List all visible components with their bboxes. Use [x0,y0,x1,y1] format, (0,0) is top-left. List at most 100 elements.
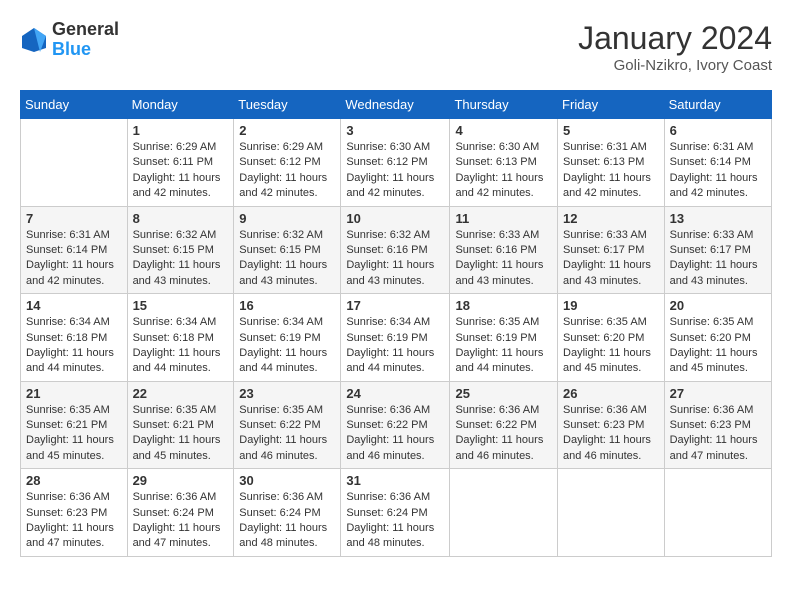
day-number: 11 [455,211,552,226]
day-number: 3 [346,123,444,138]
day-info: Sunrise: 6:30 AM Sunset: 6:12 PM Dayligh… [346,140,444,202]
calendar-cell: 9 Sunrise: 6:32 AM Sunset: 6:15 PM Daylig… [234,206,341,294]
calendar-cell: 27Sunrise: 6:36 AM Sunset: 6:23 PM Dayli… [664,381,771,469]
calendar-week-row: 7 Sunrise: 6:31 AM Sunset: 6:14 PM Daylig… [21,206,772,294]
calendar-cell: 13Sunrise: 6:33 AM Sunset: 6:17 PM Dayli… [664,206,771,294]
day-info: Sunrise: 6:34 AM Sunset: 6:18 PM Dayligh… [133,315,229,377]
day-number: 25 [455,386,552,401]
day-info: Sunrise: 6:34 AM Sunset: 6:19 PM Dayligh… [239,315,335,377]
day-number: 31 [346,473,444,488]
day-info: Sunrise: 6:36 AM Sunset: 6:23 PM Dayligh… [670,403,766,465]
calendar-week-row: 14 Sunrise: 6:34 AM Sunset: 6:18 PM Dayli… [21,294,772,382]
day-number: 2 [239,123,335,138]
calendar-table: SundayMondayTuesdayWednesdayThursdayFrid… [20,90,772,557]
calendar-cell: 1Sunrise: 6:29 AM Sunset: 6:11 PM Daylig… [127,119,234,207]
calendar-header-sunday: Sunday [21,91,128,119]
calendar-week-row: 21Sunrise: 6:35 AM Sunset: 6:21 PM Dayli… [21,381,772,469]
day-number: 22 [133,386,229,401]
day-info: Sunrise: 6:35 AM Sunset: 6:20 PM Dayligh… [563,315,659,377]
day-info: Sunrise: 6:36 AM Sunset: 6:23 PM Dayligh… [26,490,122,552]
calendar-cell: 24Sunrise: 6:36 AM Sunset: 6:22 PM Dayli… [341,381,450,469]
day-number: 6 [670,123,766,138]
day-info: Sunrise: 6:33 AM Sunset: 6:16 PM Dayligh… [455,228,552,290]
day-number: 23 [239,386,335,401]
calendar-cell: 19 Sunrise: 6:35 AM Sunset: 6:20 PM Dayli… [558,294,665,382]
calendar-cell: 12 Sunrise: 6:33 AM Sunset: 6:17 PM Dayli… [558,206,665,294]
day-number: 10 [346,211,444,226]
calendar-cell [450,469,558,557]
day-info: Sunrise: 6:29 AM Sunset: 6:12 PM Dayligh… [239,140,335,202]
day-info: Sunrise: 6:31 AM Sunset: 6:14 PM Dayligh… [26,228,122,290]
day-number: 19 [563,298,659,313]
calendar-week-row: 1Sunrise: 6:29 AM Sunset: 6:11 PM Daylig… [21,119,772,207]
calendar-cell: 22Sunrise: 6:35 AM Sunset: 6:21 PM Dayli… [127,381,234,469]
day-number: 17 [346,298,444,313]
calendar-cell: 14Sunrise: 6:34 AM Sunset: 6:18 PM Dayli… [21,294,128,382]
calendar-cell: 21Sunrise: 6:35 AM Sunset: 6:21 PM Dayli… [21,381,128,469]
calendar-cell: 31 Sunrise: 6:36 AM Sunset: 6:24 PM Dayli… [341,469,450,557]
day-number: 12 [563,211,659,226]
day-number: 30 [239,473,335,488]
day-number: 14 [26,298,122,313]
month-year: January 2024 [578,20,772,57]
calendar-cell: 30Sunrise: 6:36 AM Sunset: 6:24 PM Dayli… [234,469,341,557]
calendar-cell: 5 Sunrise: 6:31 AM Sunset: 6:13 PM Daylig… [558,119,665,207]
day-number: 24 [346,386,444,401]
calendar-week-row: 28 Sunrise: 6:36 AM Sunset: 6:23 PM Dayli… [21,469,772,557]
calendar-cell: 7 Sunrise: 6:31 AM Sunset: 6:14 PM Daylig… [21,206,128,294]
day-info: Sunrise: 6:32 AM Sunset: 6:15 PM Dayligh… [239,228,335,290]
title-block: January 2024 Goli-Nzikro, Ivory Coast [578,20,772,74]
day-number: 18 [455,298,552,313]
day-info: Sunrise: 6:35 AM Sunset: 6:21 PM Dayligh… [26,403,122,465]
calendar-cell: 2 Sunrise: 6:29 AM Sunset: 6:12 PM Daylig… [234,119,341,207]
day-info: Sunrise: 6:35 AM Sunset: 6:19 PM Dayligh… [455,315,552,377]
day-info: Sunrise: 6:31 AM Sunset: 6:13 PM Dayligh… [563,140,659,202]
calendar-cell: 8Sunrise: 6:32 AM Sunset: 6:15 PM Daylig… [127,206,234,294]
calendar-cell: 16 Sunrise: 6:34 AM Sunset: 6:19 PM Dayli… [234,294,341,382]
calendar-header-tuesday: Tuesday [234,91,341,119]
day-info: Sunrise: 6:36 AM Sunset: 6:22 PM Dayligh… [455,403,552,465]
day-info: Sunrise: 6:36 AM Sunset: 6:23 PM Dayligh… [563,403,659,465]
calendar-cell: 25 Sunrise: 6:36 AM Sunset: 6:22 PM Dayli… [450,381,558,469]
day-info: Sunrise: 6:30 AM Sunset: 6:13 PM Dayligh… [455,140,552,202]
day-number: 9 [239,211,335,226]
day-number: 4 [455,123,552,138]
day-info: Sunrise: 6:32 AM Sunset: 6:16 PM Dayligh… [346,228,444,290]
calendar-cell: 10 Sunrise: 6:32 AM Sunset: 6:16 PM Dayli… [341,206,450,294]
day-info: Sunrise: 6:33 AM Sunset: 6:17 PM Dayligh… [670,228,766,290]
calendar-header-monday: Monday [127,91,234,119]
location: Goli-Nzikro, Ivory Coast [578,57,772,74]
day-info: Sunrise: 6:35 AM Sunset: 6:22 PM Dayligh… [239,403,335,465]
calendar-header-wednesday: Wednesday [341,91,450,119]
day-number: 1 [133,123,229,138]
day-number: 5 [563,123,659,138]
calendar-header-friday: Friday [558,91,665,119]
day-info: Sunrise: 6:36 AM Sunset: 6:24 PM Dayligh… [346,490,444,552]
calendar-cell: 11 Sunrise: 6:33 AM Sunset: 6:16 PM Dayli… [450,206,558,294]
calendar-cell: 15 Sunrise: 6:34 AM Sunset: 6:18 PM Dayli… [127,294,234,382]
day-info: Sunrise: 6:34 AM Sunset: 6:19 PM Dayligh… [346,315,444,377]
calendar-header-thursday: Thursday [450,91,558,119]
day-info: Sunrise: 6:32 AM Sunset: 6:15 PM Dayligh… [133,228,229,290]
day-number: 29 [133,473,229,488]
calendar-cell: 20Sunrise: 6:35 AM Sunset: 6:20 PM Dayli… [664,294,771,382]
day-info: Sunrise: 6:35 AM Sunset: 6:20 PM Dayligh… [670,315,766,377]
day-number: 7 [26,211,122,226]
calendar-cell: 18 Sunrise: 6:35 AM Sunset: 6:19 PM Dayli… [450,294,558,382]
calendar-cell: 6Sunrise: 6:31 AM Sunset: 6:14 PM Daylig… [664,119,771,207]
calendar-cell [558,469,665,557]
day-info: Sunrise: 6:33 AM Sunset: 6:17 PM Dayligh… [563,228,659,290]
calendar-cell: 28 Sunrise: 6:36 AM Sunset: 6:23 PM Dayli… [21,469,128,557]
logo-icon [20,26,48,54]
calendar-cell: 29 Sunrise: 6:36 AM Sunset: 6:24 PM Dayli… [127,469,234,557]
day-number: 28 [26,473,122,488]
day-number: 16 [239,298,335,313]
calendar-cell: 17 Sunrise: 6:34 AM Sunset: 6:19 PM Dayli… [341,294,450,382]
day-info: Sunrise: 6:36 AM Sunset: 6:24 PM Dayligh… [133,490,229,552]
day-number: 26 [563,386,659,401]
calendar-cell [21,119,128,207]
logo-general-text: General [52,20,119,40]
day-number: 15 [133,298,229,313]
calendar-cell: 3 Sunrise: 6:30 AM Sunset: 6:12 PM Daylig… [341,119,450,207]
calendar-header-saturday: Saturday [664,91,771,119]
